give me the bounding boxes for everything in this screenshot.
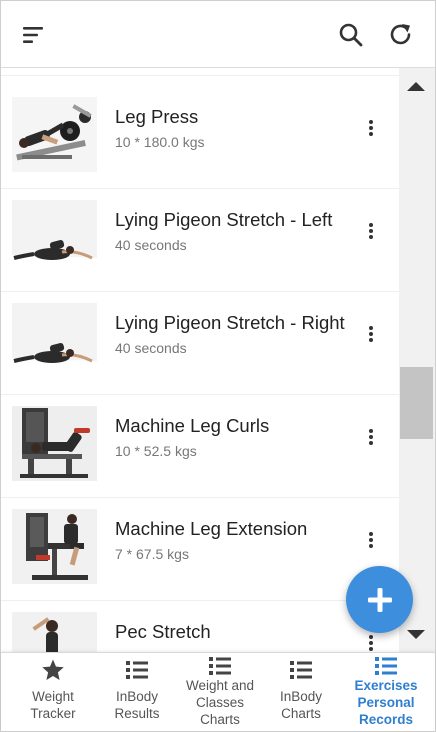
more-options-icon[interactable]	[363, 631, 379, 652]
more-options-icon[interactable]	[363, 219, 379, 243]
pec-stretch-thumbnail	[12, 612, 97, 652]
exercise-list[interactable]: Leg Press 10 * 180.0 kgs Lying Pigeon St…	[1, 68, 399, 652]
scrollbar[interactable]	[399, 68, 435, 652]
refresh-icon[interactable]	[385, 19, 417, 51]
tab-label: Exercises Personal Records	[354, 678, 418, 727]
exercise-title: Pec Stretch	[115, 621, 211, 642]
list-icon	[374, 655, 398, 677]
more-options-icon[interactable]	[363, 528, 379, 552]
pigeon-stretch-thumbnail	[12, 303, 97, 378]
tab-label: Weight Tracker	[30, 689, 76, 721]
exercise-detail: 40 seconds	[115, 340, 187, 356]
more-options-icon[interactable]	[363, 322, 379, 346]
tab-label: Weight and Classes Charts	[185, 678, 255, 727]
list-item[interactable]: Lying Pigeon Stretch - Right 40 seconds	[1, 292, 399, 395]
scrollbar-thumb[interactable]	[400, 367, 433, 439]
list-icon	[125, 659, 149, 681]
tab-weight-classes-charts[interactable]: Weight and Classes Charts	[177, 653, 263, 732]
list-item[interactable]: Machine Leg Extension 7 * 67.5 kgs	[1, 498, 399, 601]
exercise-detail: 40 seconds	[115, 237, 187, 253]
leg-extension-thumbnail	[12, 509, 97, 584]
leg-curl-thumbnail	[12, 406, 97, 481]
tab-label: InBody Results	[114, 689, 160, 721]
tab-inbody-charts[interactable]: InBody Charts	[263, 653, 339, 732]
exercise-detail: 10 * 52.5 kgs	[115, 443, 197, 459]
exercise-detail: 10 * 180.0 kgs	[115, 134, 205, 150]
list-item[interactable]	[1, 68, 399, 76]
pigeon-stretch-thumbnail	[12, 200, 97, 275]
more-options-icon[interactable]	[363, 116, 379, 140]
search-icon[interactable]	[335, 19, 367, 51]
leg-press-thumbnail	[12, 97, 97, 172]
bottom-navigation: Weight Tracker InBody Results Weight and Cl…	[1, 652, 435, 731]
tab-inbody-results[interactable]: InBody Results	[95, 653, 179, 732]
exercise-title: Lying Pigeon Stretch - Right	[115, 312, 345, 333]
tab-label: InBody Charts	[279, 689, 323, 721]
tab-weight-tracker[interactable]: Weight Tracker	[11, 653, 95, 732]
list-item[interactable]: Leg Press 10 * 180.0 kgs	[1, 86, 399, 189]
scroll-up-arrow-icon[interactable]	[407, 82, 425, 91]
list-item[interactable]: Pec Stretch	[1, 601, 399, 652]
top-app-bar	[1, 1, 435, 68]
star-icon	[41, 659, 65, 681]
exercise-title: Lying Pigeon Stretch - Left	[115, 209, 333, 230]
exercise-title: Machine Leg Extension	[115, 518, 308, 539]
tab-exercises-personal-records[interactable]: Exercises Personal Records	[339, 653, 433, 732]
scroll-down-arrow-icon[interactable]	[407, 630, 425, 639]
list-item[interactable]: Machine Leg Curls 10 * 52.5 kgs	[1, 395, 399, 498]
exercise-title: Leg Press	[115, 106, 199, 127]
plus-icon	[367, 587, 392, 612]
list-item[interactable]: Lying Pigeon Stretch - Left 40 seconds	[1, 189, 399, 292]
list-icon	[208, 655, 232, 677]
exercise-detail: 7 * 67.5 kgs	[115, 546, 189, 562]
list-icon	[289, 659, 313, 681]
menu-icon[interactable]	[17, 19, 49, 51]
more-options-icon[interactable]	[363, 425, 379, 449]
exercise-title: Machine Leg Curls	[115, 415, 270, 436]
add-exercise-button[interactable]	[346, 566, 413, 633]
